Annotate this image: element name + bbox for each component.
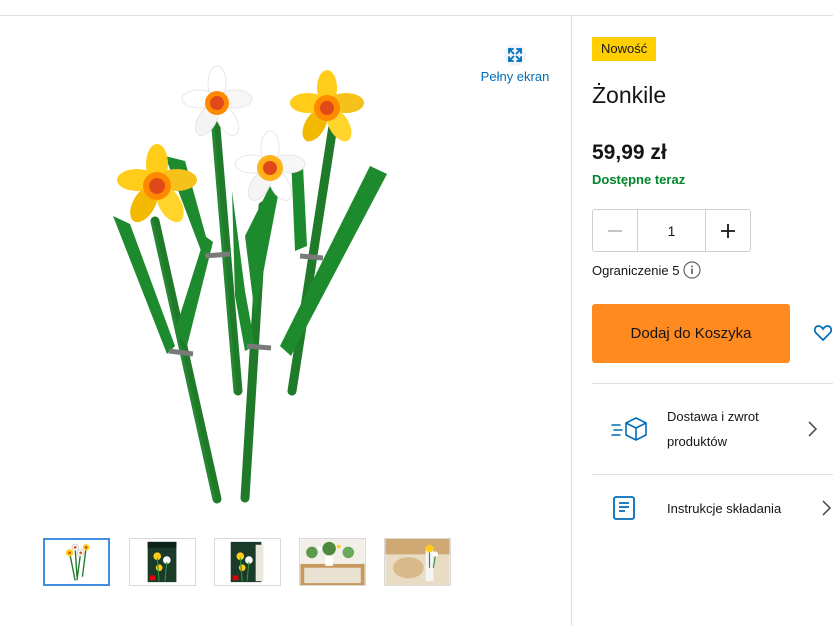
thumbnail-flowers-image (65, 543, 90, 581)
decrease-quantity-button[interactable] (593, 210, 637, 251)
thumbnail-box-front[interactable] (129, 538, 196, 586)
building-instructions-link[interactable]: Instrukcje składania (592, 490, 833, 526)
fullscreen-button[interactable]: Pełny ekran (470, 38, 560, 94)
thumbnail-box-angle-image (230, 541, 264, 583)
product-main-image (113, 65, 387, 504)
building-instructions-label: Instrukcje składania (667, 501, 782, 516)
quantity-input[interactable] (637, 210, 706, 251)
fullscreen-label: Pełny ekran (480, 69, 550, 84)
product-details: Nowość Żonkile 59,99 zł Dostępne teraz O… (572, 16, 833, 626)
minus-icon (608, 229, 622, 232)
delivery-returns-link[interactable]: Dostawa i zwrot produktów (592, 401, 833, 457)
purchase-limit-text: Ograniczenie 5 (592, 262, 680, 278)
chevron-right-icon (808, 421, 818, 437)
expand-icon (504, 44, 526, 66)
thumbnail-table-scene-image (385, 539, 450, 585)
add-to-cart-button[interactable]: Dodaj do Koszyka (592, 304, 790, 363)
increase-quantity-button[interactable] (706, 210, 750, 251)
wishlist-button[interactable] (812, 322, 833, 344)
product-title: Żonkile (592, 82, 667, 108)
thumbnail-shelf-scene-image (300, 539, 365, 585)
thumbnail-shelf-scene[interactable] (299, 538, 366, 586)
section-divider (592, 474, 833, 475)
thumbnail-table-scene[interactable] (384, 538, 451, 586)
heart-icon (813, 325, 833, 342)
section-divider (592, 383, 833, 384)
thumbnail-flowers[interactable] (43, 538, 110, 586)
thumbnail-box-angle[interactable] (214, 538, 281, 586)
plus-icon (721, 223, 735, 238)
product-gallery: Pełny ekran (0, 16, 571, 626)
product-page: Pełny ekran Nowość Żonkile 59,99 zł Dost… (0, 0, 833, 626)
product-price: 59,99 zł (592, 141, 667, 164)
quantity-stepper (592, 209, 751, 252)
thumbnail-box-front-image (147, 541, 177, 583)
chevron-right-icon (822, 500, 832, 516)
availability-status: Dostępne teraz (592, 172, 686, 187)
delivery-box-icon (611, 417, 647, 441)
info-icon[interactable] (683, 261, 702, 279)
delivery-returns-label: Dostawa i zwrot produktów (667, 409, 759, 449)
instructions-booklet-icon (613, 496, 635, 520)
new-badge: Nowość (592, 37, 657, 61)
purchase-limit: Ograniczenie 5 (592, 261, 702, 279)
